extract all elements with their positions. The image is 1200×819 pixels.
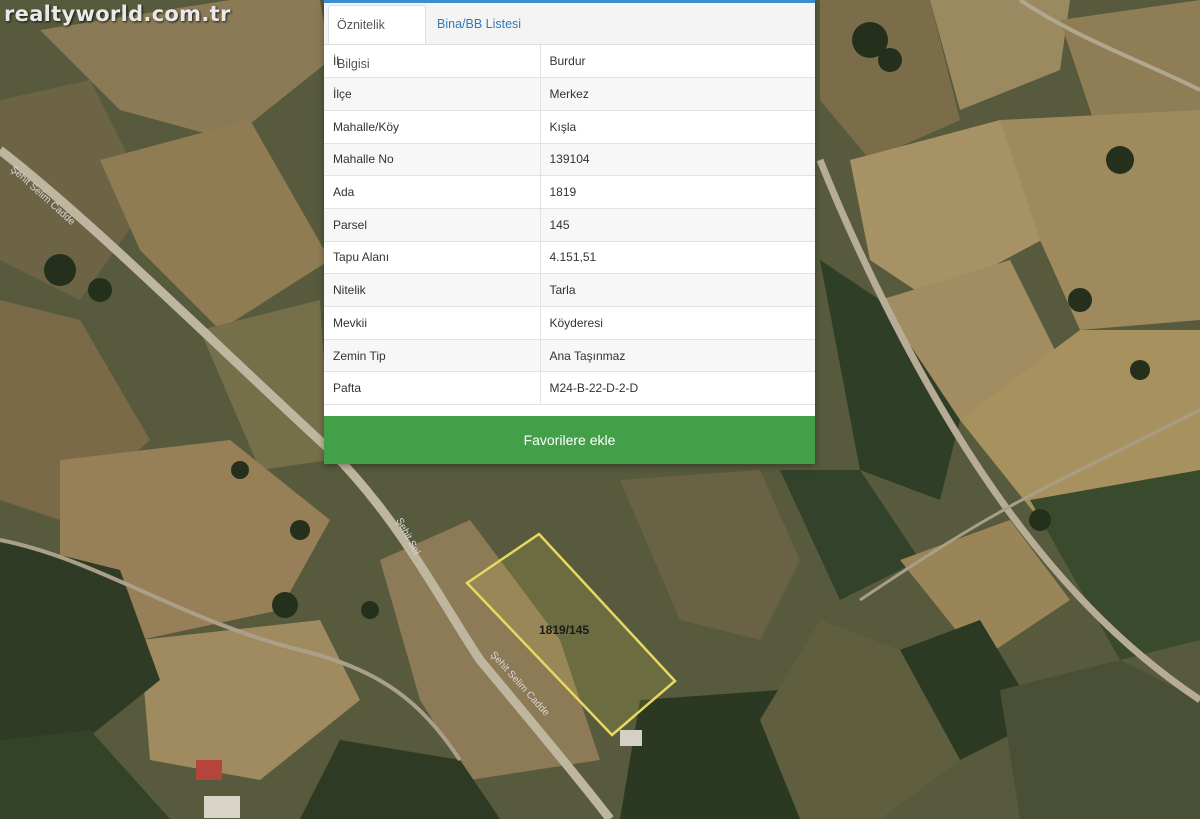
attr-key: Mahalle No [324,143,541,177]
table-row: Nitelik Tarla [324,273,815,307]
attr-value: 139104 [540,143,815,177]
table-row: Mahalle/Köy Kışla [324,110,815,144]
table-row: Mevkii Köyderesi [324,306,815,340]
site-watermark: realtyworld.com.tr [4,2,231,26]
tab-bina-bb-listesi[interactable]: Bina/BB Listesi [429,5,529,44]
table-row: İl Burdur [324,45,815,79]
attr-value: 145 [540,208,815,242]
attr-key: Ada [324,175,541,209]
attr-key: Mevkii [324,306,541,340]
attr-value: Tarla [540,273,815,307]
attr-value: 1819 [540,175,815,209]
attr-key: Nitelik [324,273,541,307]
attr-key: Tapu Alanı [324,241,541,275]
attr-key: Pafta [324,371,541,406]
table-row: Parsel 145 [324,208,815,242]
building [196,760,222,780]
attr-key: Parsel [324,208,541,242]
parcel-info-panel: Öznitelik Bilgisi Bina/BB Listesi İl Burd… [324,0,815,464]
attr-value: Burdur [540,45,815,79]
tab-oznitelik-bilgisi[interactable]: Öznitelik Bilgisi [328,5,426,71]
attr-value: M24-B-22-D-2-D [540,371,815,406]
attribute-table: İl Burdur İlçe Merkez Mahalle/Köy Kışla Mah… [324,45,815,406]
table-row: Tapu Alanı 4.151,51 [324,241,815,275]
building [620,730,642,746]
attr-value: Kışla [540,110,815,144]
table-row: Mahalle No 139104 [324,143,815,177]
tab-bar: Öznitelik Bilgisi Bina/BB Listesi [324,3,815,71]
attr-key: Zemin Tip [324,339,541,373]
parcel-label: 1819/145 [539,623,590,637]
table-row: Ada 1819 [324,175,815,209]
attr-value: Merkez [540,77,815,111]
add-to-favorites-button[interactable]: Favorilere ekle [324,416,815,464]
attr-value: 4.151,51 [540,241,815,275]
attr-value: Ana Taşınmaz [540,339,815,373]
table-row: Pafta M24-B-22-D-2-D [324,371,815,406]
attr-key: Mahalle/Köy [324,110,541,144]
building [204,796,240,818]
table-row: İlçe Merkez [324,77,815,111]
table-row: Zemin Tip Ana Taşınmaz [324,339,815,373]
attr-value: Köyderesi [540,306,815,340]
